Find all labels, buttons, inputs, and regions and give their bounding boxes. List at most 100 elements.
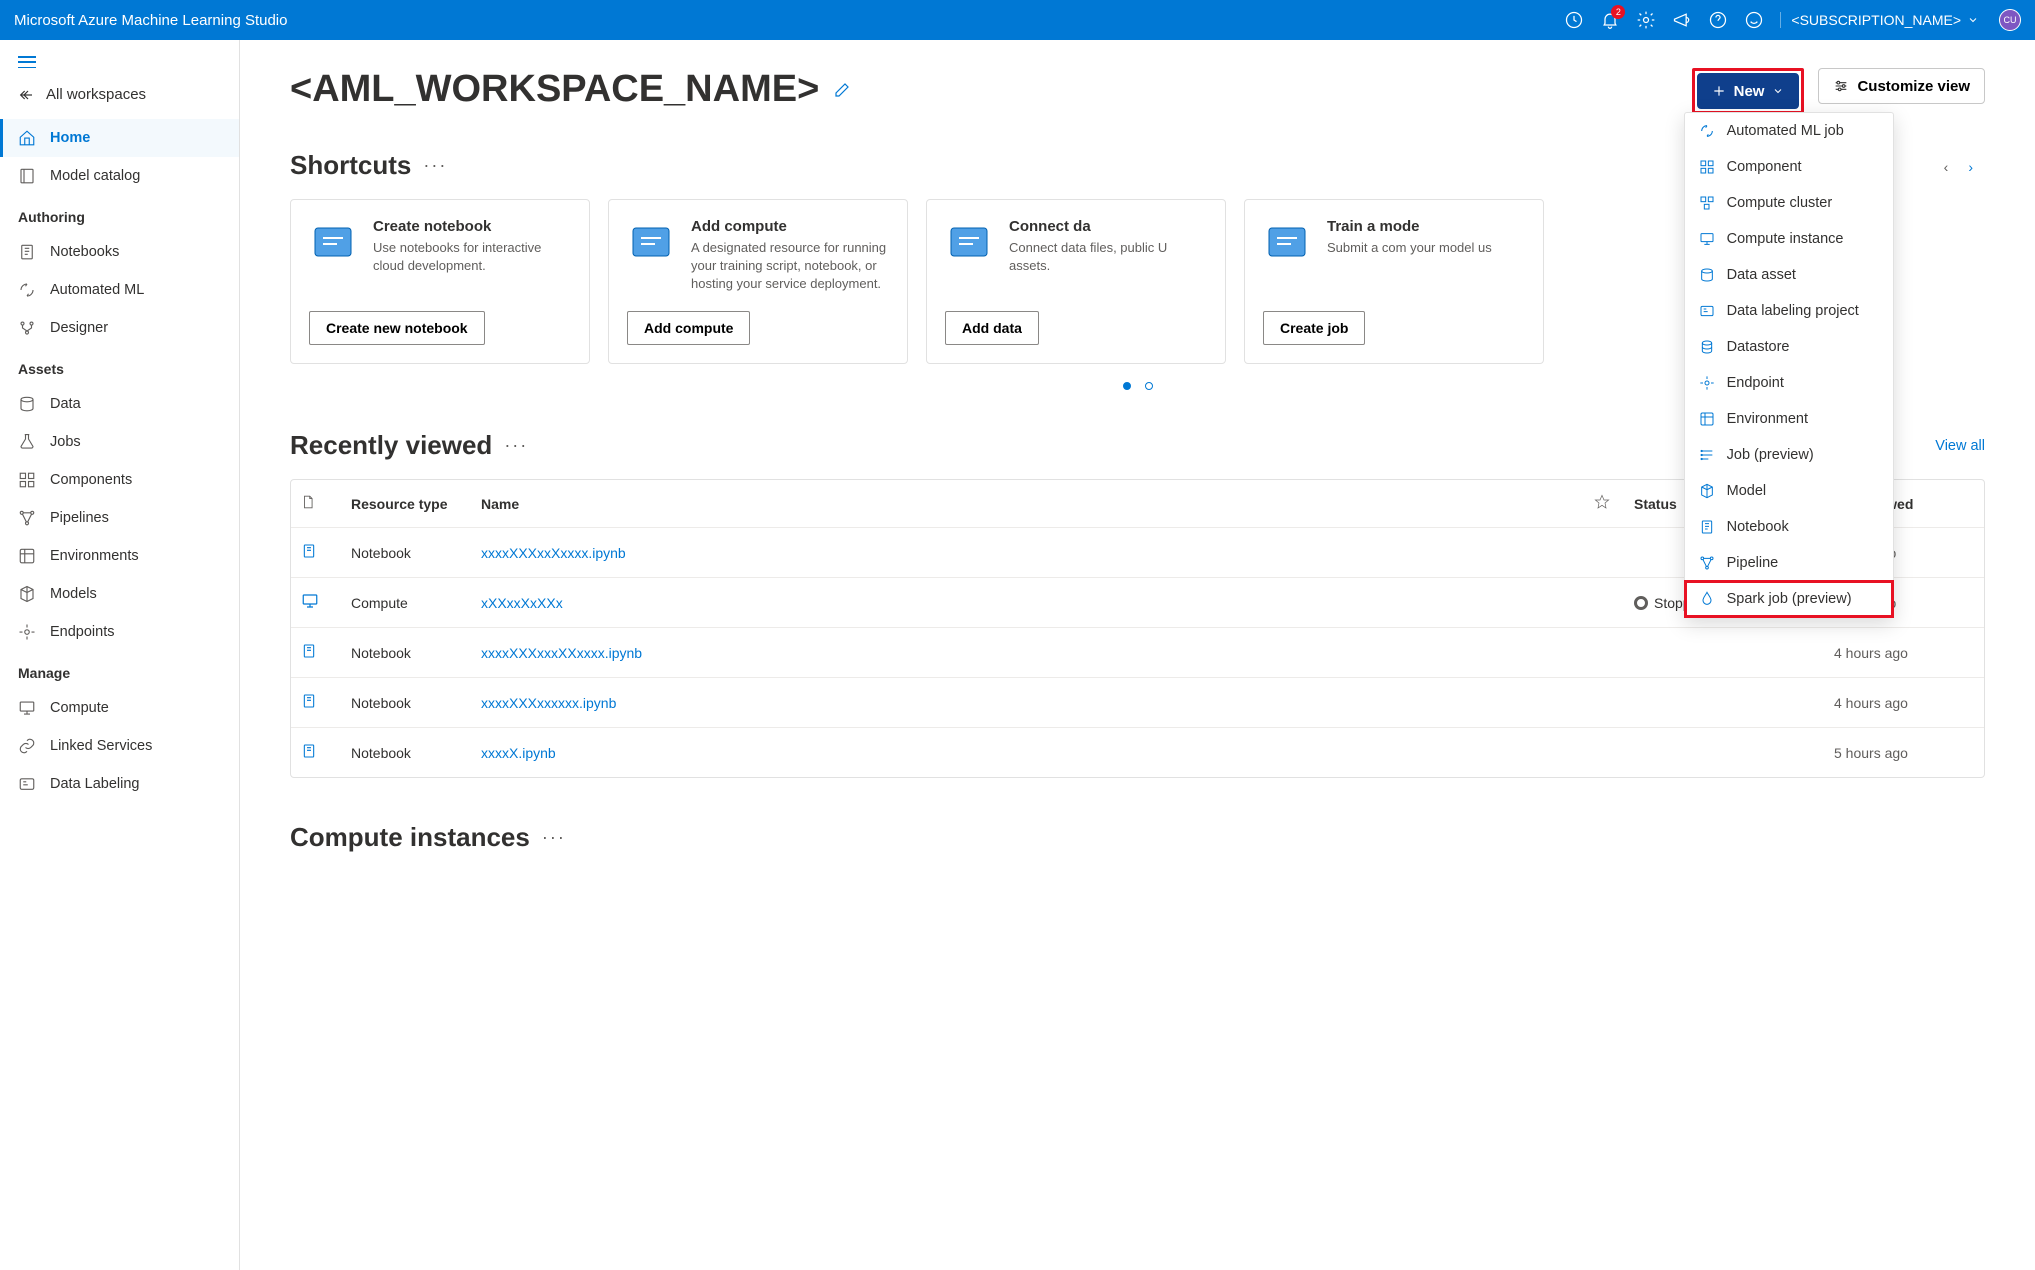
dropdown-item-compute-cluster[interactable]: Compute cluster	[1685, 185, 1893, 221]
row-last-viewed: 5 hours ago	[1834, 745, 1974, 761]
carousel-next-icon[interactable]: ›	[1960, 155, 1981, 179]
sidebar-item-pipelines[interactable]: Pipelines	[0, 499, 239, 537]
dropdown-item-label: Model	[1727, 483, 1767, 499]
card-action-button[interactable]: Create new notebook	[309, 311, 485, 345]
dropdown-item-data-labeling-project[interactable]: Data labeling project	[1685, 293, 1893, 329]
row-type: Notebook	[351, 645, 481, 661]
carousel-prev-icon[interactable]: ‹	[1936, 155, 1957, 179]
carousel-dot-2[interactable]	[1145, 382, 1153, 390]
dropdown-item-label: Data labeling project	[1727, 303, 1859, 319]
card-action-button[interactable]: Add data	[945, 311, 1039, 345]
shortcuts-title: Shortcuts	[290, 150, 411, 181]
row-name-link[interactable]: xXXxxXxXXx	[481, 595, 1594, 611]
row-type: Notebook	[351, 745, 481, 761]
dropdown-item-label: Compute cluster	[1727, 195, 1833, 211]
link-icon	[18, 737, 36, 755]
megaphone-icon[interactable]	[1672, 10, 1692, 30]
compute-icon	[627, 218, 675, 266]
connect-icon	[945, 218, 993, 266]
sidebar-section-header: Manage	[0, 651, 239, 689]
carousel-dot-1[interactable]	[1123, 382, 1131, 390]
row-name-link[interactable]: xxxxXXXxxXxxxx.ipynb	[481, 545, 1594, 561]
home-icon	[18, 129, 36, 147]
dropdown-item-endpoint[interactable]: Endpoint	[1685, 365, 1893, 401]
sidebar-item-model-catalog[interactable]: Model catalog	[0, 157, 239, 195]
row-name-link[interactable]: xxxxXXXxxxxxx.ipynb	[481, 695, 1594, 711]
row-type: Compute	[351, 595, 481, 611]
sidebar-item-jobs[interactable]: Jobs	[0, 423, 239, 461]
row-name-link[interactable]: xxxxXXXxxxXXxxxx.ipynb	[481, 645, 1594, 661]
sidebar-item-linked-services[interactable]: Linked Services	[0, 727, 239, 765]
compute-instances-title: Compute instances	[290, 822, 530, 853]
dropdown-item-pipeline[interactable]: Pipeline	[1685, 545, 1893, 581]
label-icon	[1699, 303, 1715, 319]
top-actions: 2 <SUBSCRIPTION_NAME> CU	[1564, 9, 2021, 31]
sidebar-item-label: Components	[50, 472, 132, 488]
bell-icon[interactable]: 2	[1600, 10, 1620, 30]
clock-icon[interactable]	[1564, 10, 1584, 30]
sidebar-item-home[interactable]: Home	[0, 119, 239, 157]
dropdown-item-data-asset[interactable]: Data asset	[1685, 257, 1893, 293]
view-all-link[interactable]: View all	[1935, 438, 1985, 454]
shortcuts-more-icon[interactable]: ···	[423, 155, 447, 176]
col-star-icon[interactable]	[1594, 494, 1634, 513]
compute-instances-more-icon[interactable]: ···	[542, 827, 566, 848]
dropdown-item-label: Automated ML job	[1727, 123, 1844, 139]
sidebar-item-label: Models	[50, 586, 97, 602]
dropdown-item-environment[interactable]: Environment	[1685, 401, 1893, 437]
carousel-arrows: ‹ ›	[1936, 155, 1981, 179]
sidebar-item-notebooks[interactable]: Notebooks	[0, 233, 239, 271]
help-icon[interactable]	[1708, 10, 1728, 30]
recent-more-icon[interactable]: ···	[504, 435, 528, 456]
book-icon	[18, 167, 36, 185]
card-desc: A designated resource for running your t…	[691, 239, 889, 294]
col-type[interactable]: Resource type	[351, 496, 481, 512]
dropdown-item-compute-instance[interactable]: Compute instance	[1685, 221, 1893, 257]
sidebar-item-data[interactable]: Data	[0, 385, 239, 423]
customize-view-button[interactable]: Customize view	[1818, 68, 1985, 104]
table-row: Notebook xxxxXXXxxxXXxxxx.ipynb 4 hours …	[291, 627, 1984, 677]
dropdown-item-spark-job-preview-[interactable]: Spark job (preview)	[1685, 581, 1893, 617]
endpoint-icon	[1699, 375, 1715, 391]
dropdown-item-label: Notebook	[1727, 519, 1789, 535]
dropdown-item-label: Job (preview)	[1727, 447, 1814, 463]
sidebar-item-data-labeling[interactable]: Data Labeling	[0, 765, 239, 803]
recent-title: Recently viewed	[290, 430, 492, 461]
row-icon	[301, 642, 351, 663]
col-name[interactable]: Name	[481, 496, 1594, 512]
avatar[interactable]: CU	[1999, 9, 2021, 31]
new-button[interactable]: New	[1697, 73, 1800, 109]
dropdown-item-component[interactable]: Component	[1685, 149, 1893, 185]
sidebar-item-label: Endpoints	[50, 624, 115, 640]
smile-icon[interactable]	[1744, 10, 1764, 30]
card-action-button[interactable]: Add compute	[627, 311, 750, 345]
row-type: Notebook	[351, 695, 481, 711]
gear-icon[interactable]	[1636, 10, 1656, 30]
data-icon	[1699, 267, 1715, 283]
dropdown-item-notebook[interactable]: Notebook	[1685, 509, 1893, 545]
dropdown-item-automated-ml-job[interactable]: Automated ML job	[1685, 113, 1893, 149]
datastore-icon	[1699, 339, 1715, 355]
sidebar-item-label: Data Labeling	[50, 776, 140, 792]
card-action-button[interactable]: Create job	[1263, 311, 1365, 345]
top-bar: Microsoft Azure Machine Learning Studio …	[0, 0, 2035, 40]
sidebar-item-endpoints[interactable]: Endpoints	[0, 613, 239, 651]
sidebar-item-environments[interactable]: Environments	[0, 537, 239, 575]
all-workspaces-back[interactable]: All workspaces	[0, 78, 239, 119]
dropdown-item-job-preview-[interactable]: Job (preview)	[1685, 437, 1893, 473]
dropdown-item-datastore[interactable]: Datastore	[1685, 329, 1893, 365]
sidebar-item-label: Home	[50, 130, 90, 146]
hamburger-icon[interactable]	[18, 56, 36, 68]
sidebar-item-automated-ml[interactable]: Automated ML	[0, 271, 239, 309]
sidebar-item-label: Compute	[50, 700, 109, 716]
sidebar-item-designer[interactable]: Designer	[0, 309, 239, 347]
row-type: Notebook	[351, 545, 481, 561]
row-name-link[interactable]: xxxxX.ipynb	[481, 745, 1594, 761]
subscription-picker[interactable]: <SUBSCRIPTION_NAME>	[1780, 12, 1979, 28]
dropdown-item-model[interactable]: Model	[1685, 473, 1893, 509]
sidebar-item-models[interactable]: Models	[0, 575, 239, 613]
edit-icon[interactable]	[833, 81, 851, 99]
dropdown-item-label: Component	[1727, 159, 1802, 175]
sidebar-item-compute[interactable]: Compute	[0, 689, 239, 727]
sidebar-item-components[interactable]: Components	[0, 461, 239, 499]
